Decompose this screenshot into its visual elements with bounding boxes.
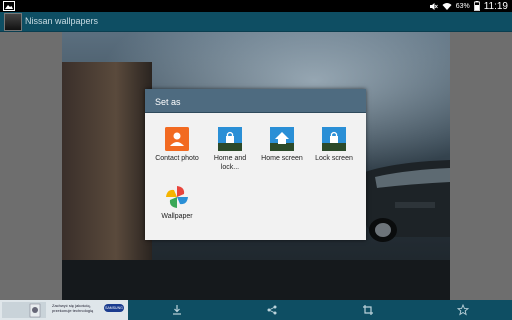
home-and-lock-icon <box>218 127 242 151</box>
action-bar: Nissan wallpapers <box>0 12 512 32</box>
favorite-star-icon[interactable] <box>457 304 469 316</box>
option-label: Wallpaper <box>161 213 193 220</box>
lock-screen-icon <box>322 127 346 151</box>
option-home-screen[interactable]: Home screen <box>258 127 306 163</box>
ad-banner[interactable]: Zachwyć się jakością, przekonuje technol… <box>0 300 128 320</box>
status-bar: 63% 11:19 <box>0 0 512 12</box>
battery-icon <box>473 1 480 11</box>
building <box>62 62 152 262</box>
crop-icon[interactable] <box>362 304 374 316</box>
option-label: Home and lock... <box>213 155 247 171</box>
dialog-title: Set as <box>155 97 181 107</box>
gallery-notification-icon <box>3 1 15 11</box>
status-indicators: 63% 11:19 <box>429 0 508 12</box>
ground <box>62 260 450 300</box>
clock: 11:19 <box>483 0 508 12</box>
car-image <box>362 160 450 242</box>
option-contact-photo[interactable]: Contact photo <box>153 127 201 163</box>
option-label: Contact photo <box>155 155 199 162</box>
battery-percent: 63% <box>455 2 470 10</box>
ad-brand-logo: SAMSUNG <box>104 304 124 312</box>
wallpaper-pinwheel-icon <box>166 186 188 208</box>
ad-product-image <box>2 302 46 318</box>
share-icon[interactable] <box>266 304 278 316</box>
option-wallpaper[interactable]: Wallpaper <box>153 185 201 221</box>
app-logo-icon[interactable] <box>4 13 22 31</box>
option-label: Home screen <box>261 155 303 162</box>
bottom-bar: Zachwyć się jakością, przekonuje technol… <box>0 300 512 320</box>
contact-photo-icon <box>165 127 189 151</box>
wifi-icon <box>442 2 452 10</box>
option-lock-screen[interactable]: Lock screen <box>310 127 358 163</box>
mute-icon <box>429 2 438 10</box>
ad-text: Zachwyć się jakością, przekonuje technol… <box>52 303 94 313</box>
option-label: Lock screen <box>315 155 353 162</box>
option-home-and-lock[interactable]: Home and lock... <box>206 127 254 172</box>
set-as-dialog: Set as Contact photo Home and lock... Ho… <box>145 89 366 240</box>
app-title: Nissan wallpapers <box>25 16 99 26</box>
download-icon[interactable] <box>171 304 183 316</box>
home-screen-icon <box>270 127 294 151</box>
dialog-header: Set as <box>145 89 366 113</box>
